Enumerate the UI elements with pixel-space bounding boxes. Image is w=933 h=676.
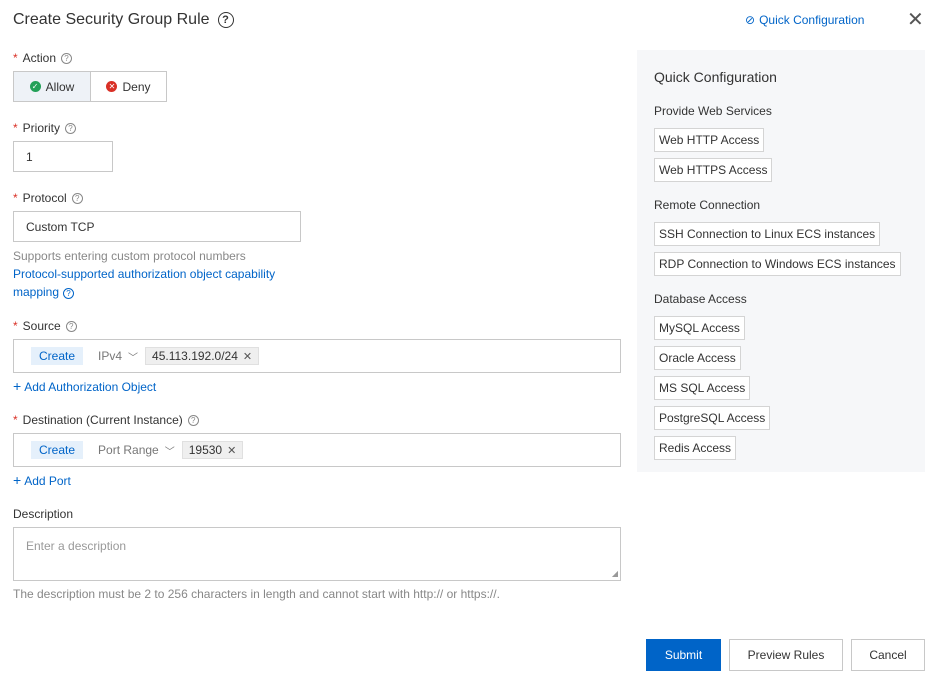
required-marker: *	[13, 319, 18, 333]
help-icon: ?	[63, 288, 75, 299]
allow-button[interactable]: ✓ Allow	[13, 71, 91, 102]
protocol-label: * Protocol ?	[13, 191, 83, 205]
description-label-text: Description	[13, 507, 74, 521]
priority-input[interactable]: 1	[13, 141, 113, 172]
required-marker: *	[13, 191, 18, 205]
destination-label-text: Destination (Current Instance)	[22, 413, 183, 427]
add-port-label: Add Port	[24, 474, 71, 488]
plus-icon: +	[13, 472, 22, 488]
ip-type-dropdown[interactable]: IPv4 ﹀	[98, 349, 138, 364]
source-label-text: Source	[22, 319, 61, 333]
web-http-access-button[interactable]: Web HTTP Access	[654, 128, 765, 152]
protocol-mapping-link[interactable]: Protocol-supported authorization object …	[13, 267, 275, 281]
mysql-access-button[interactable]: MySQL Access	[654, 316, 745, 340]
help-icon[interactable]: ?	[65, 122, 77, 134]
protocol-mapping-link-cont[interactable]: mapping?	[13, 285, 75, 299]
source-chip-value: 45.113.192.0/24	[152, 349, 238, 363]
action-toggle: ✓ Allow ✕ Deny	[13, 71, 167, 102]
mssql-access-button[interactable]: MS SQL Access	[654, 376, 751, 400]
group-title-remote: Remote Connection	[654, 198, 761, 212]
rdp-windows-button[interactable]: RDP Connection to Windows ECS instances	[654, 252, 901, 276]
help-icon[interactable]: ?	[65, 320, 77, 332]
priority-label-text: Priority	[22, 121, 61, 135]
action-label-text: Action	[22, 51, 57, 65]
allow-label: Allow	[45, 79, 75, 94]
remove-chip-icon[interactable]: ✕	[227, 444, 236, 457]
deny-button[interactable]: ✕ Deny	[91, 71, 167, 102]
check-circle-icon: ✓	[29, 81, 41, 92]
eye-off-icon: ⊘	[745, 13, 756, 27]
ip-type-value: IPv4	[98, 349, 123, 363]
quick-configuration-link[interactable]: ⊘ Quick Configuration	[745, 13, 864, 27]
port-type-dropdown[interactable]: Port Range ﹀	[98, 443, 175, 458]
description-placeholder: Enter a description	[26, 539, 127, 553]
dialog-title-text: Create Security Group Rule	[13, 11, 210, 28]
group-title-web: Provide Web Services	[654, 104, 772, 118]
required-marker: *	[13, 121, 18, 135]
action-label: * Action ?	[13, 51, 73, 65]
cancel-button[interactable]: Cancel	[851, 639, 925, 671]
protocol-value: Custom TCP	[26, 219, 95, 234]
add-authorization-object-button[interactable]: + Add Authorization Object	[13, 378, 156, 394]
create-destination-tag[interactable]: Create	[31, 441, 84, 459]
ssh-linux-button[interactable]: SSH Connection to Linux ECS instances	[654, 222, 881, 246]
destination-label: * Destination (Current Instance) ?	[13, 413, 199, 427]
quick-configuration-link-label: Quick Configuration	[759, 13, 865, 27]
resize-handle-icon[interactable]: ◢	[612, 569, 618, 578]
quick-configuration-panel: Quick Configuration Provide Web Services…	[637, 50, 925, 472]
dialog-title: Create Security Group Rule ?	[13, 11, 234, 29]
port-type-value: Port Range	[98, 443, 159, 457]
plus-icon: +	[13, 378, 22, 394]
required-marker: *	[13, 413, 18, 427]
description-hint: The description must be 2 to 256 charact…	[13, 587, 500, 601]
protocol-select[interactable]: Custom TCP	[13, 211, 301, 242]
priority-label: * Priority ?	[13, 121, 77, 135]
source-field[interactable]: Create IPv4 ﹀ 45.113.192.0/24 ✕	[13, 339, 621, 373]
help-icon[interactable]: ?	[61, 52, 73, 64]
description-textarea[interactable]: Enter a description ◢	[13, 527, 621, 581]
postgresql-access-button[interactable]: PostgreSQL Access	[654, 406, 771, 430]
protocol-label-text: Protocol	[22, 191, 67, 205]
description-label: Description	[13, 507, 73, 521]
port-chip-value: 19530	[188, 443, 223, 457]
required-marker: *	[13, 51, 18, 65]
panel-title: Quick Configuration	[654, 69, 777, 85]
redis-access-button[interactable]: Redis Access	[654, 436, 737, 460]
help-icon[interactable]: ?	[217, 12, 234, 28]
remove-chip-icon[interactable]: ✕	[243, 350, 252, 363]
add-port-button[interactable]: + Add Port	[13, 472, 71, 488]
close-icon[interactable]: ✕	[907, 10, 924, 30]
source-chip: 45.113.192.0/24 ✕	[145, 347, 260, 365]
create-source-tag[interactable]: Create	[31, 347, 84, 365]
chevron-down-icon: ﹀	[128, 352, 139, 364]
chevron-down-icon: ﹀	[164, 446, 175, 458]
help-icon[interactable]: ?	[71, 192, 83, 204]
group-title-database: Database Access	[654, 292, 747, 306]
x-circle-icon: ✕	[106, 81, 118, 92]
protocol-hint: Supports entering custom protocol number…	[13, 249, 246, 263]
help-icon[interactable]: ?	[187, 414, 199, 426]
oracle-access-button[interactable]: Oracle Access	[654, 346, 741, 370]
port-chip: 19530 ✕	[181, 441, 244, 459]
protocol-mapping-link-text: mapping	[13, 285, 60, 299]
deny-label: Deny	[122, 79, 151, 94]
destination-field[interactable]: Create Port Range ﹀ 19530 ✕	[13, 433, 621, 467]
add-authorization-object-label: Add Authorization Object	[24, 380, 157, 394]
preview-rules-button[interactable]: Preview Rules	[729, 639, 843, 671]
web-https-access-button[interactable]: Web HTTPS Access	[654, 158, 773, 182]
priority-value: 1	[26, 149, 33, 164]
submit-button[interactable]: Submit	[646, 639, 721, 671]
source-label: * Source ?	[13, 319, 77, 333]
